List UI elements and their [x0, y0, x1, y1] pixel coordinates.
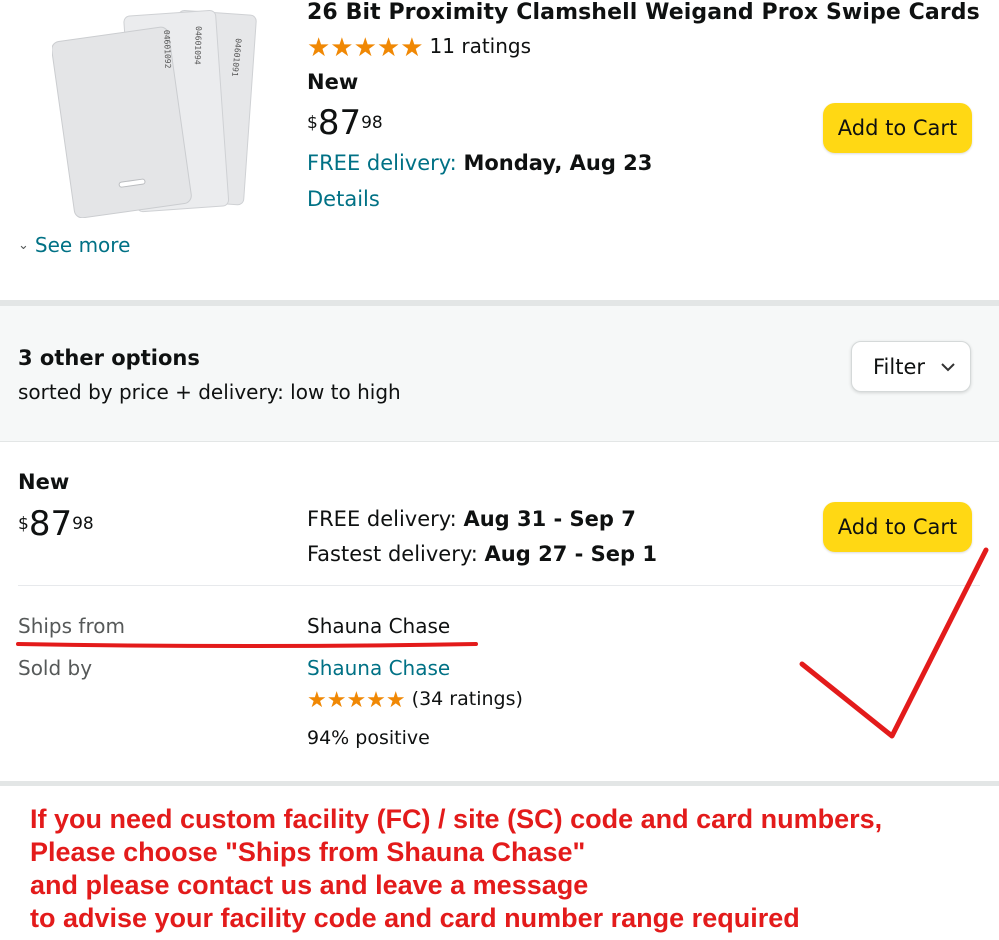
note-line-4: to advise your facility code and card nu… — [30, 903, 800, 933]
annotation-overlay — [16, 547, 989, 739]
annotation-underline — [16, 642, 478, 648]
annotation-checkmark — [799, 547, 989, 739]
note-line-1: If you need custom facility (FC) / site … — [30, 804, 883, 834]
custom-code-note: If you need custom facility (FC) / site … — [30, 803, 882, 935]
note-line-2: Please choose "Ships from Shauna Chase" — [30, 837, 586, 867]
note-line-3: and please contact us and leave a messag… — [30, 870, 589, 900]
